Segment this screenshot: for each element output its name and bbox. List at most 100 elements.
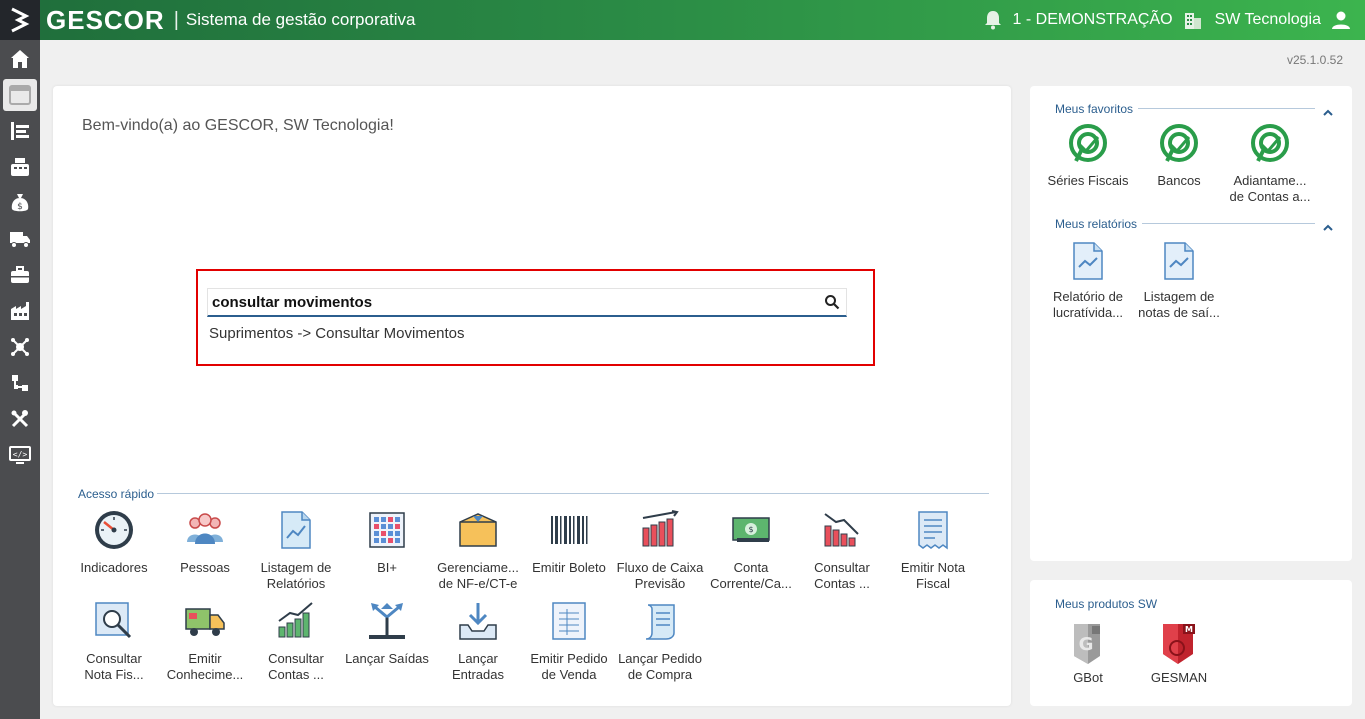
quick-access-item-label: Lançar Saídas [345,651,429,666]
brand-separator: | [173,8,179,31]
svg-text:$: $ [748,525,753,534]
quick-access-item[interactable]: Lançar Entradas [433,599,523,683]
product-item[interactable]: G GBot [1042,620,1134,686]
favorites-divider [1138,108,1315,109]
code-screen-icon[interactable]: </> [0,437,40,473]
brand-subtitle: Sistema de gestão corporativa [185,10,416,29]
briefcase-icon[interactable] [0,257,40,293]
truck-icon[interactable] [0,221,40,257]
network-icon[interactable] [0,329,40,365]
search-icon[interactable] [824,294,840,310]
report-item-label: Relatório de lucratívida... [1052,289,1124,320]
quick-access-item-label: Listagem de Relatórios [260,560,332,591]
top-bar: GESCOR | Sistema de gestão corporativa 1… [0,0,1365,40]
quick-access-item[interactable]: Consultar Contas ... [797,508,887,592]
svg-text:G: G [1079,634,1094,655]
quick-access-item-label: BI+ [377,560,397,575]
cashier-icon[interactable] [0,149,40,185]
delivery-truck-icon [183,599,227,643]
quick-access-item-label: Lançar Entradas [451,651,505,682]
product-item-label: GESMAN [1150,670,1208,685]
report-item[interactable]: Relatório de lucratívida... [1042,239,1134,321]
report-list-icon [274,508,318,552]
quick-access-item[interactable]: Indicadores [69,508,159,576]
quick-access-item-label: Consultar Contas ... [268,651,324,682]
window-icon[interactable] [3,79,37,111]
favorite-item[interactable]: Bancos [1133,123,1225,189]
chevron-up-icon[interactable] [1323,104,1333,116]
quick-access-item-label: Indicadores [80,560,148,575]
user-name[interactable]: SW Tecnologia [1215,11,1321,29]
quick-access-item[interactable]: $ Conta Corrente/Ca... [706,508,796,592]
favorites-panel: Meus favoritos Séries Fiscais Bancos Adian… [1030,86,1352,561]
quick-access-item[interactable]: BI+ [342,508,432,576]
quick-access-item[interactable]: Consultar Nota Fis... [69,599,159,683]
quick-access-item-label: Emitir Boleto [532,560,606,575]
bi-grid-icon [365,508,409,552]
inbox-download-icon [456,599,500,643]
quick-access-divider [157,493,989,494]
flow-icon[interactable] [0,365,40,401]
quick-access-item[interactable]: Consultar Contas ... [251,599,341,683]
search-input[interactable] [208,289,808,315]
quick-access-item[interactable]: Listagem de Relatórios [251,508,341,592]
svg-text:M: M [1185,625,1193,634]
money-bag-icon[interactable]: $ [0,185,40,221]
home-icon[interactable] [0,41,40,77]
main-panel: Bem-vindo(a) ao GESCOR, SW Tecnologia! S… [53,86,1011,706]
product-item[interactable]: M GESMAN [1133,620,1225,686]
gauge-icon [92,508,136,552]
quick-access-item[interactable]: Emitir Conhecime... [160,599,250,683]
pin-check-icon [1066,123,1110,167]
favorite-item-label: Séries Fiscais [1047,173,1129,188]
pin-check-icon [1248,123,1292,167]
chevron-up-icon[interactable] [1323,219,1333,231]
quick-access-title: Acesso rápido [78,487,155,501]
quick-access-item[interactable]: Emitir Boleto [524,508,614,576]
products-title: Meus produtos SW [1055,597,1158,611]
search-area: Suprimentos -> Consultar Movimentos [196,269,875,366]
gbot-icon: G [1066,620,1110,664]
bell-icon[interactable] [981,8,1005,32]
sidebar: $ </> [0,40,40,719]
quick-access-item[interactable]: Pessoas [160,508,250,576]
app-logo-icon[interactable] [0,0,40,40]
factory-icon[interactable] [0,293,40,329]
up-chart-icon [274,599,318,643]
banknote-icon: $ [729,508,773,552]
favorites-title: Meus favoritos [1055,102,1134,116]
reports-title: Meus relatórios [1055,217,1138,231]
reports-divider [1142,223,1315,224]
report-item[interactable]: Listagem de notas de saí... [1133,239,1225,321]
quick-access-item[interactable]: Fluxo de Caixa Previsão [615,508,705,592]
quick-access-item-label: Lançar Pedido de Compra [618,651,702,682]
brand-name: GESCOR [46,4,165,35]
quick-access-item-label: Emitir Nota Fiscal [900,560,966,591]
quick-access-item[interactable]: Emitir Nota Fiscal [888,508,978,592]
quick-access-item[interactable]: Emitir Pedido de Venda [524,599,614,683]
favorite-item-label: Bancos [1157,173,1201,188]
company-selector[interactable]: 1 - DEMONSTRAÇÃO [1013,11,1173,29]
svg-text:</>: </> [13,450,28,459]
favorite-item[interactable]: Adiantame... de Contas a... [1224,123,1316,205]
svg-text:$: $ [17,202,23,212]
search-suggestion[interactable]: Suprimentos -> Consultar Movimentos [209,325,465,342]
pin-check-icon [1157,123,1201,167]
search-field-wrapper [207,288,847,317]
supply-list-icon[interactable] [0,113,40,149]
tools-icon[interactable] [0,401,40,437]
building-icon [1181,8,1205,32]
quick-access-item[interactable]: Gerenciame... de NF-e/CT-e [433,508,523,592]
version-label: v25.1.0.52 [1286,53,1343,67]
quick-access-item-label: Emitir Pedido de Venda [530,651,608,682]
magnifier-doc-icon [92,599,136,643]
product-item-label: GBot [1073,670,1103,685]
quick-access-item[interactable]: Lançar Pedido de Compra [615,599,705,683]
quick-access-item[interactable]: Lançar Saídas [342,599,432,667]
quick-access-item-label: Consultar Nota Fis... [84,651,144,682]
user-icon[interactable] [1329,8,1353,32]
favorite-item-label: Adiantame... de Contas a... [1229,173,1311,204]
favorite-item[interactable]: Séries Fiscais [1042,123,1134,189]
sheet-icon [547,599,591,643]
cashflow-chart-icon [638,508,682,552]
